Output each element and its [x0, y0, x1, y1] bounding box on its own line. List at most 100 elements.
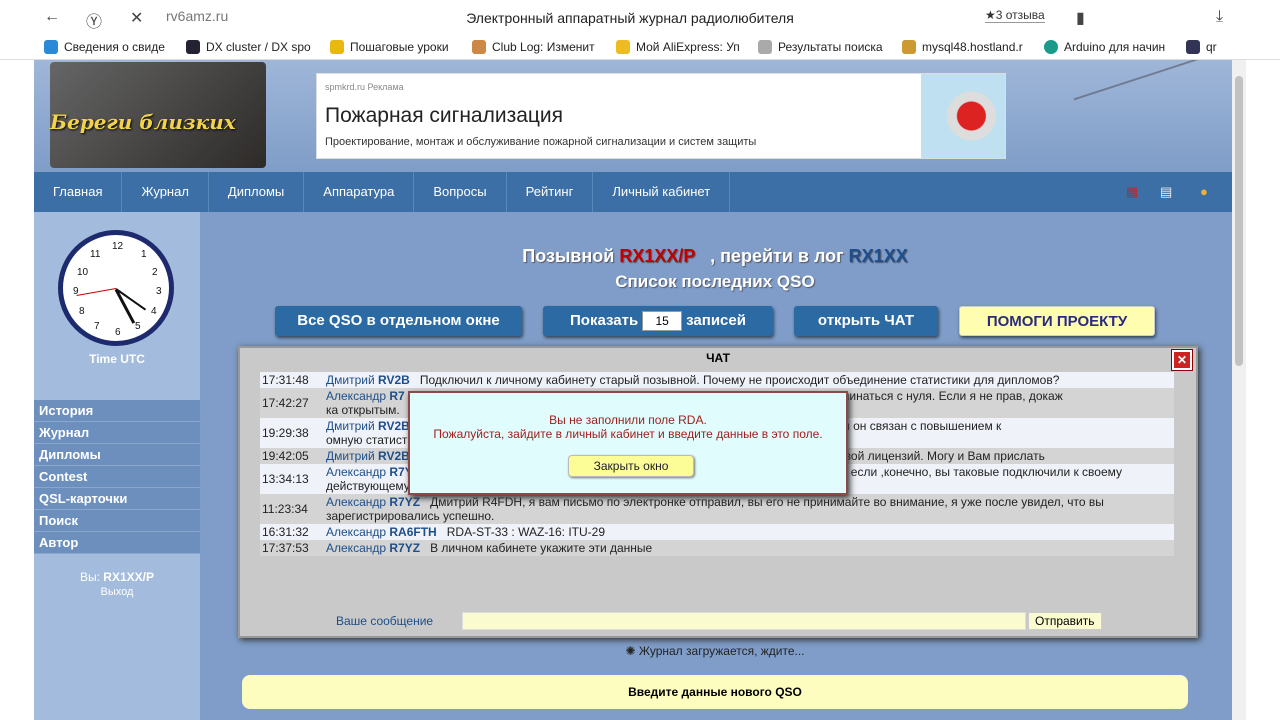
alert-line1: Вы не заполнили поле RDA. [549, 413, 707, 427]
bookmark-label: Пошаговые уроки [350, 40, 449, 54]
chat-message: 17:37:53 Александр R7YZ В личном кабинете… [260, 540, 1174, 556]
page: Береги близких spmkrd.ru Реклама Пожарна… [34, 60, 1232, 720]
print-icon[interactable]: ▤ [1160, 184, 1172, 200]
message-time: 17:37:53 [262, 541, 309, 555]
side-diplomas[interactable]: Дипломы [34, 444, 200, 466]
bookmark[interactable]: DX cluster / DX spo [186, 40, 311, 54]
message-author[interactable]: Александр R7YZ [326, 465, 420, 479]
nav-equipment[interactable]: Аппаратура [304, 172, 415, 212]
alert-line2: Пожалуйста, зайдите в личный кабинет и в… [433, 427, 823, 441]
main-nav: Главная Журнал Дипломы Аппаратура Вопрос… [34, 172, 1232, 212]
user-info: Вы: RX1XX/P Выход [34, 570, 200, 598]
side-search[interactable]: Поиск [34, 510, 200, 532]
browser-toolbar: ← Ⓨ ✕ rv6amz.ru Электронный аппаратный ж… [0, 0, 1280, 36]
bookmark[interactable]: mysql48.hostland.r [902, 40, 1023, 54]
user-icon[interactable]: ● [1200, 184, 1208, 199]
spinner-icon: ✺ [625, 644, 636, 658]
logout-link[interactable]: Выход [34, 586, 200, 598]
bookmark-label: qr [1206, 40, 1217, 54]
bookmark[interactable]: Результаты поиска [758, 40, 883, 54]
log-link[interactable]: RX1XX [849, 246, 908, 266]
chat-message: 17:31:48 Дмитрий RV2B Подключил к личному… [260, 372, 1174, 388]
message-input[interactable] [462, 612, 1026, 630]
message-author[interactable]: Александр R7 [326, 389, 405, 403]
site-header: Береги близких spmkrd.ru Реклама Пожарна… [34, 60, 1232, 195]
close-dialog-button[interactable]: Закрыть окно [568, 455, 694, 477]
chat-title: ЧАТ [706, 351, 730, 365]
send-button[interactable]: Отправить [1028, 612, 1102, 630]
side-journal[interactable]: Журнал [34, 422, 200, 444]
message-body: Дмитрий RV2B Подключил к личному кабинет… [326, 373, 1060, 387]
message-bar: Ваше сообщение Отправить [240, 610, 1196, 632]
bookmark[interactable]: Пошаговые уроки [330, 40, 449, 54]
ad-headline: Пожарная сигнализация [325, 104, 564, 127]
message-author[interactable]: Александр R7YZ [326, 495, 420, 509]
message-body: Александр R7YZ В личном кабинете укажите… [326, 541, 653, 555]
message-time: 19:42:05 [262, 449, 309, 463]
chat-message: 11:23:34 Александр R7YZ Дмитрий R4FDH, я … [260, 494, 1174, 524]
side-history[interactable]: История [34, 400, 200, 422]
clock-hand [76, 288, 117, 296]
bookmark-label: Результаты поиска [778, 40, 883, 54]
nav-cabinet[interactable]: Личный кабинет [593, 172, 731, 212]
nav-questions[interactable]: Вопросы [414, 172, 507, 212]
bookmark[interactable]: Мой AliExpress: Уп [616, 40, 740, 54]
reviews-link[interactable]: ★3 отзыва [985, 8, 1045, 23]
ad-source: spmkrd.ru Реклама [325, 82, 404, 92]
download-icon[interactable]: ⤓ [1216, 8, 1223, 26]
side-contest[interactable]: Contest [34, 466, 200, 488]
message-author[interactable]: Дмитрий RV2B [326, 449, 410, 463]
site-logo[interactable]: Береги близких [50, 62, 266, 168]
bookmark[interactable]: Сведения о свиде [44, 40, 165, 54]
help-project-button[interactable]: ПОМОГИ ПРОЕКТУ [959, 306, 1155, 336]
ad-image [921, 74, 1005, 158]
sidebar: 12 1 2 345 678 9 10 11 Time UTC История Журн… [34, 212, 200, 720]
show-records: Показатьзаписей [543, 306, 773, 336]
nav-home[interactable]: Главная [34, 172, 123, 212]
records-count-input[interactable] [642, 311, 683, 331]
nav-journal[interactable]: Журнал [122, 172, 209, 212]
bookmark[interactable]: Club Log: Изменит [472, 40, 595, 54]
callsign-heading: Позывной RX1XX/P , перейти в лог RX1XX [522, 246, 908, 266]
side-author[interactable]: Автор [34, 532, 200, 554]
nav-rating[interactable]: Рейтинг [507, 172, 594, 212]
message-label: Ваше сообщение [336, 614, 434, 628]
bookmark-label: Club Log: Изменит [492, 40, 595, 54]
side-qsl[interactable]: QSL-карточки [34, 488, 200, 510]
message-author[interactable]: Дмитрий RV2B [326, 373, 410, 387]
clock-label: Time UTC [89, 352, 145, 366]
bookmark-icon[interactable]: ▮ [1076, 8, 1085, 28]
message-time: 17:42:27 [262, 396, 309, 410]
close-chat-icon[interactable]: ✕ [1171, 349, 1193, 371]
nav-diplomas[interactable]: Дипломы [209, 172, 305, 212]
open-chat-button[interactable]: открыть ЧАТ [794, 306, 938, 336]
message-author[interactable]: Дмитрий RV2B [326, 419, 410, 433]
all-qso-button[interactable]: Все QSO в отдельном окне [275, 306, 522, 336]
ad-banner[interactable]: spmkrd.ru Реклама Пожарная сигнализация … [316, 73, 1006, 159]
side-menu: История Журнал Дипломы Contest QSL-карто… [34, 400, 200, 554]
message-body: Александр RA6FTH RDA-ST-33 : WAZ-16: ITU… [326, 525, 605, 539]
message-time: 11:23:34 [262, 502, 308, 516]
message-author[interactable]: Александр RA6FTH [326, 525, 437, 539]
bookmark[interactable]: qr [1186, 40, 1217, 54]
bookmark-label: DX cluster / DX spo [206, 40, 311, 54]
message-time: 17:31:48 [262, 373, 309, 387]
bookmark-label: Сведения о свиде [64, 40, 165, 54]
message-time: 16:31:32 [262, 525, 309, 539]
message-author[interactable]: Александр R7YZ [326, 541, 420, 555]
bookmark-label: Arduino для начин [1064, 40, 1166, 54]
qso-list-title: Список последних QSO [615, 272, 815, 291]
loading-status: ✺ Журнал загружается, ждите... [625, 644, 805, 658]
new-qso-header[interactable]: Введите данные нового QSO [242, 675, 1188, 709]
clock: 12 1 2 345 678 9 10 11 [58, 230, 174, 346]
ad-text: Проектирование, монтаж и обслуживание по… [325, 136, 757, 148]
alert-dialog: Вы не заполнили поле RDA. Пожалуйста, за… [408, 391, 848, 495]
message-body: Александр R7YZ Дмитрий R4FDH, я вам пись… [326, 495, 1108, 523]
scrollbar[interactable] [1232, 60, 1246, 720]
bookmarks-bar: Сведения о свиде DX cluster / DX spo Пош… [0, 36, 1280, 60]
message-time: 13:34:13 [262, 472, 309, 486]
english-flag-icon[interactable]: ▦ [1126, 184, 1138, 200]
bookmark[interactable]: Arduino для начин [1044, 40, 1165, 54]
message-time: 19:29:38 [262, 426, 309, 440]
bookmark-label: mysql48.hostland.r [922, 40, 1023, 54]
